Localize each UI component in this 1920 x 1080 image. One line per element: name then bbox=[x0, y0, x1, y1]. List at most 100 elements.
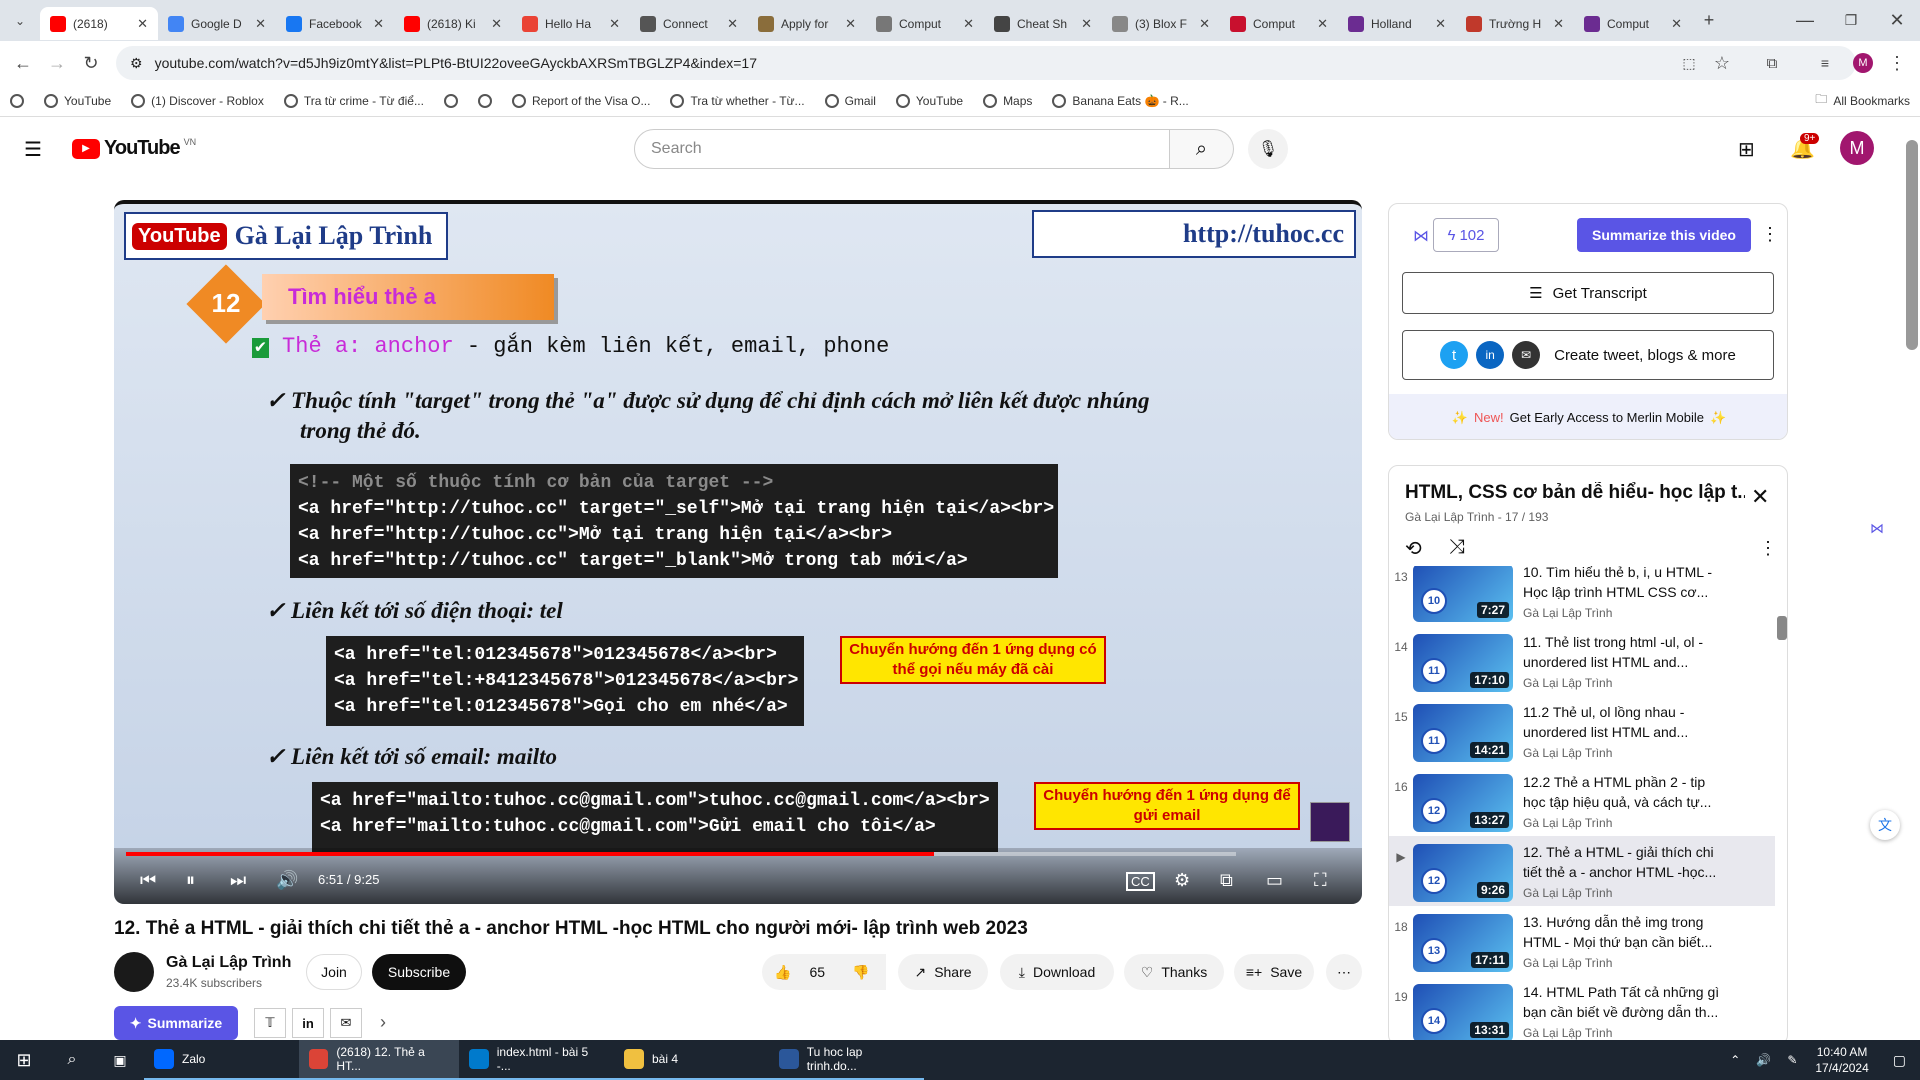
tab-close-icon[interactable]: ✕ bbox=[1081, 16, 1092, 32]
loop-icon[interactable]: ⟲ bbox=[1405, 536, 1422, 561]
playlist-item[interactable]: 15 11 14:21 11.2 Thẻ ul, ol lồng nhau - uno… bbox=[1389, 696, 1775, 766]
pen-icon[interactable]: ✎ bbox=[1779, 1053, 1805, 1067]
tab-close-icon[interactable]: ✕ bbox=[1199, 16, 1210, 32]
playlist-thumbnail[interactable]: 11 17:10 bbox=[1413, 634, 1513, 692]
theater-mode-icon[interactable]: ▭ bbox=[1266, 870, 1283, 891]
shuffle-icon[interactable]: ⤨ bbox=[1449, 536, 1465, 559]
apps-icon[interactable] bbox=[0, 93, 34, 108]
close-playlist-icon[interactable]: ✕ bbox=[1751, 484, 1769, 510]
browser-tab[interactable]: Connect ✕ bbox=[630, 7, 748, 40]
twitter-share-icon[interactable]: 𝕋 bbox=[254, 1008, 286, 1038]
tray-chevron-icon[interactable]: ⌃ bbox=[1722, 1053, 1748, 1067]
site-info-icon[interactable]: ⚙ bbox=[130, 55, 143, 72]
merlin-promo[interactable]: ✨ New! Get Early Access to Merlin Mobile… bbox=[1389, 394, 1787, 439]
browser-tab[interactable]: Google D ✕ bbox=[158, 7, 276, 40]
tab-close-icon[interactable]: ✕ bbox=[963, 16, 974, 32]
playlist-thumbnail[interactable]: 10 7:27 bbox=[1413, 566, 1513, 622]
browser-tab[interactable]: Comput ✕ bbox=[866, 7, 984, 40]
previous-icon[interactable]: ⏮ bbox=[140, 870, 156, 891]
download-button[interactable]: ⤓ Download bbox=[1000, 954, 1114, 990]
tab-search-icon[interactable]: ⌄ bbox=[0, 4, 40, 38]
volume-icon[interactable]: 🔊 bbox=[276, 870, 298, 891]
install-icon[interactable]: ⬚ bbox=[1672, 46, 1706, 80]
search-button[interactable]: ⌕ bbox=[1170, 129, 1234, 169]
bookmark-item[interactable]: YouTube bbox=[34, 93, 121, 108]
playlist-item[interactable]: 19 14 13:31 14. HTML Path Tất cả những gì b… bbox=[1389, 976, 1775, 1044]
taskbar-search-icon[interactable]: ⌕ bbox=[48, 1051, 96, 1069]
get-transcript-button[interactable]: ☰ Get Transcript bbox=[1402, 272, 1774, 314]
voice-search-button[interactable]: 🎙 bbox=[1248, 129, 1288, 169]
profile-avatar[interactable]: M bbox=[1853, 53, 1873, 73]
share-button[interactable]: ↗ Share bbox=[898, 954, 988, 990]
next-icon[interactable]: ⏭ bbox=[230, 870, 246, 891]
playlist-item[interactable]: 14 11 17:10 11. Thẻ list trong html -ul, ol… bbox=[1389, 626, 1775, 696]
more-actions-button[interactable]: ⋯ bbox=[1326, 954, 1362, 990]
restore-button[interactable]: ❐ bbox=[1828, 4, 1874, 38]
browser-tab[interactable]: (3) Blox F ✕ bbox=[1102, 7, 1220, 40]
progress-track[interactable] bbox=[126, 852, 1236, 856]
linkedin-share-icon[interactable]: in bbox=[292, 1008, 324, 1038]
playlist-item[interactable]: 13 10 7:27 10. Tìm hiểu thẻ b, i, u HTML - … bbox=[1389, 566, 1775, 626]
new-tab-button[interactable]: + bbox=[1692, 4, 1726, 38]
bookmark-item[interactable]: Maps bbox=[973, 93, 1042, 108]
account-avatar[interactable]: M bbox=[1840, 131, 1874, 165]
browser-tab[interactable]: Holland ✕ bbox=[1338, 7, 1456, 40]
channel-watermark[interactable] bbox=[1310, 802, 1350, 842]
browser-tab[interactable]: (2618) ✕ bbox=[40, 7, 158, 40]
tab-close-icon[interactable]: ✕ bbox=[1317, 16, 1328, 32]
browser-tab[interactable]: Hello Ha ✕ bbox=[512, 7, 630, 40]
tab-close-icon[interactable]: ✕ bbox=[1553, 16, 1564, 32]
playlist-item[interactable]: 16 12 13:27 12.2 Thẻ a HTML phần 2 - tip họ… bbox=[1389, 766, 1775, 836]
close-window-button[interactable]: ✕ bbox=[1874, 4, 1920, 38]
merlin-count-button[interactable]: ϟ 102 bbox=[1433, 218, 1499, 252]
tab-close-icon[interactable]: ✕ bbox=[727, 16, 738, 32]
task-view-icon[interactable]: ▣ bbox=[96, 1052, 144, 1069]
extensions-icon[interactable]: ⧉ bbox=[1755, 46, 1789, 80]
browser-tab[interactable]: Trường H ✕ bbox=[1456, 7, 1574, 40]
url-field[interactable]: ⚙ youtube.com/watch?v=d5Jh9iz0mtY&list=P… bbox=[116, 46, 1856, 80]
thanks-button[interactable]: ♡ Thanks bbox=[1124, 954, 1224, 990]
summarize-button[interactable]: ✦ Summarize bbox=[114, 1006, 238, 1040]
tab-close-icon[interactable]: ✕ bbox=[255, 16, 266, 32]
pause-icon[interactable]: ⏸ bbox=[186, 870, 195, 891]
tab-close-icon[interactable]: ✕ bbox=[609, 16, 620, 32]
channel-avatar[interactable] bbox=[114, 952, 154, 992]
taskbar-app[interactable]: (2618) 12. Thẻ a HT... bbox=[299, 1040, 459, 1080]
tab-close-icon[interactable]: ✕ bbox=[373, 16, 384, 32]
browser-tab[interactable]: Apply for ✕ bbox=[748, 7, 866, 40]
browser-tab[interactable]: (2618) Ki ✕ bbox=[394, 7, 512, 40]
dislike-button[interactable]: 👎 bbox=[836, 954, 886, 990]
channel-name[interactable]: Gà Lại Lập Trình bbox=[166, 954, 291, 972]
captions-icon[interactable]: CC bbox=[1126, 872, 1155, 891]
chevron-right-icon[interactable]: › bbox=[380, 1012, 386, 1033]
menu-icon[interactable]: ⋮ bbox=[1880, 46, 1914, 80]
email-share-icon[interactable]: ✉ bbox=[330, 1008, 362, 1038]
merlin-side-icon[interactable]: ⋈ bbox=[1870, 520, 1884, 537]
bookmark-item[interactable]: YouTube bbox=[886, 93, 973, 108]
playlist-menu-icon[interactable]: ⋮ bbox=[1759, 538, 1777, 559]
volume-tray-icon[interactable]: 🔊 bbox=[1748, 1053, 1779, 1067]
playlist-thumbnail[interactable]: 14 13:31 bbox=[1413, 984, 1513, 1042]
playlist-item[interactable]: ▶ 12 9:26 12. Thẻ a HTML - giải thích chi t… bbox=[1389, 836, 1775, 906]
forward-icon[interactable]: → bbox=[40, 46, 74, 80]
hamburger-menu-icon[interactable]: ☰ bbox=[24, 137, 42, 162]
create-content-button[interactable]: t in ✉ Create tweet, blogs & more bbox=[1402, 330, 1774, 380]
taskbar-app[interactable]: index.html - bài 5 -... bbox=[459, 1040, 614, 1080]
media-icon[interactable]: ≡ bbox=[1808, 46, 1842, 80]
bookmark-item[interactable]: Tra từ whether - Từ... bbox=[660, 93, 814, 108]
search-input[interactable]: Search bbox=[634, 129, 1170, 169]
reload-icon[interactable]: ↻ bbox=[74, 46, 108, 80]
bookmark-star-icon[interactable]: ☆ bbox=[1705, 46, 1739, 80]
playlist-scrollbar[interactable] bbox=[1777, 616, 1787, 640]
create-video-icon[interactable]: ⊞ bbox=[1738, 137, 1755, 162]
settings-icon[interactable]: ⚙ bbox=[1174, 870, 1190, 891]
all-bookmarks[interactable]: 🗀 All Bookmarks bbox=[1805, 90, 1920, 111]
browser-tab[interactable]: Facebook ✕ bbox=[276, 7, 394, 40]
tab-close-icon[interactable]: ✕ bbox=[491, 16, 502, 32]
tab-close-icon[interactable]: ✕ bbox=[137, 16, 148, 32]
bookmark-item[interactable]: Tra từ crime - Từ điể... bbox=[274, 93, 434, 108]
bookmark-item[interactable]: Gmail bbox=[815, 93, 886, 108]
playlist-item[interactable]: 18 13 17:11 13. Hướng dẫn thẻ img trong HTM… bbox=[1389, 906, 1775, 976]
taskbar-app[interactable]: bài 4 bbox=[614, 1040, 769, 1080]
join-button[interactable]: Join bbox=[306, 954, 362, 990]
